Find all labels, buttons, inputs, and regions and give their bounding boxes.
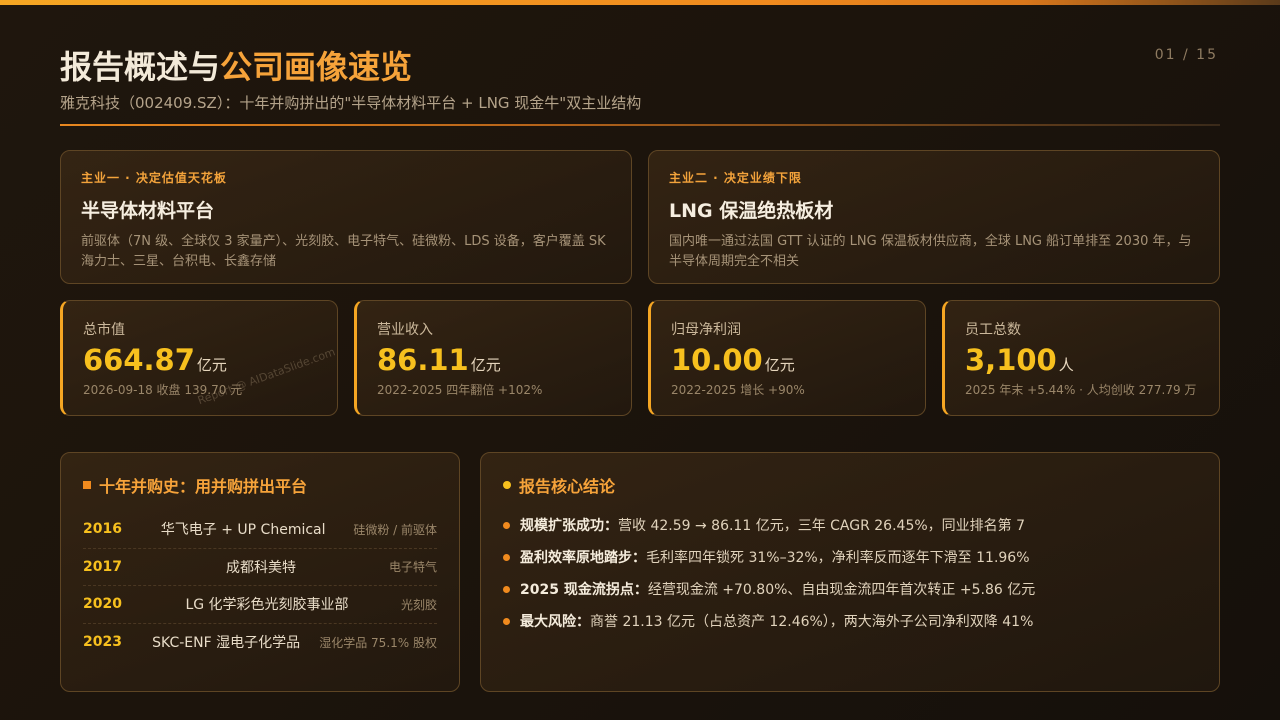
kpi-note: 2022-2025 四年翻倍 +102%	[377, 383, 543, 397]
kpi-unit: 人	[1058, 356, 1074, 374]
conclusion-list: 规模扩张成功： 营收 42.59 → 86.11 亿元，三年 CAGR 26.45…	[503, 509, 1197, 637]
kpi-value: 3,100	[965, 343, 1057, 377]
bullet-dot-icon	[503, 617, 510, 625]
business-description: 国内唯一通过法国 GTT 认证的 LNG 保温板材供应商，全球 LNG 船订单排…	[669, 234, 1192, 269]
history-row: 2023 SKC-ENF 湿电子化学品 湿化学品 75.1% 股权	[83, 624, 437, 662]
kpi-value: 664.87	[83, 343, 195, 377]
kpi-label: 营业收入	[377, 322, 433, 338]
acquisition-history-panel: 十年并购史：用并购拼出平台 2016 华飞电子 + UP Chemical 硅微…	[60, 452, 460, 692]
kpi-label: 总市值	[83, 322, 125, 338]
history-year: 2016	[83, 521, 122, 538]
bullet-dot-icon	[503, 585, 510, 593]
history-company: LG 化学彩色光刻胶事业部	[185, 597, 349, 614]
conclusion-text: 毛利率四年锁死 31%–32%，净利率反而逐年下滑至 11.96%	[646, 550, 1030, 566]
kpi-unit: 亿元	[196, 356, 227, 374]
conclusion-text: 经营现金流 +70.80%、自由现金流四年首次转正 +5.86 亿元	[647, 582, 1036, 598]
section-title: 报告核心结论	[503, 473, 1197, 497]
conclusion-text: 营收 42.59 → 86.11 亿元，三年 CAGR 26.45%，同业排名第…	[618, 518, 1026, 534]
core-conclusions-panel: 报告核心结论 规模扩张成功： 营收 42.59 → 86.11 亿元，三年 CAG…	[480, 452, 1220, 692]
kpi-value: 86.11	[377, 343, 469, 377]
kpi-card-net-profit: 归母净利润 10.00 亿元 2022-2025 增长 +90%	[648, 300, 926, 416]
history-type: 光刻胶	[400, 597, 437, 612]
business-description: 前驱体（7N 级、全球仅 3 家量产）、光刻胶、电子特气、硅微粉、LDS 设备，…	[81, 234, 606, 269]
conclusion-item: 规模扩张成功： 营收 42.59 → 86.11 亿元，三年 CAGR 26.45…	[503, 509, 1197, 541]
history-company: SKC-ENF 湿电子化学品	[152, 635, 301, 652]
kpi-unit: 亿元	[470, 356, 501, 374]
section-title: 十年并购史：用并购拼出平台	[83, 473, 437, 497]
history-type: 硅微粉 / 前驱体	[353, 522, 437, 537]
conclusion-item: 2025 现金流拐点： 经营现金流 +70.80%、自由现金流四年首次转正 +5.…	[503, 573, 1197, 605]
bullet-dot-icon	[503, 521, 510, 529]
kpi-note: 2025 年末 +5.44% · 人均创收 277.79 万	[965, 383, 1197, 397]
conclusion-item: 最大风险： 商誉 21.13 亿元（占总资产 12.46%），两大海外子公司净利双…	[503, 605, 1197, 637]
history-type: 电子特气	[388, 560, 437, 575]
kpi-label: 归母净利润	[671, 322, 741, 338]
section-title-text: 十年并购史：用并购拼出平台	[99, 477, 308, 496]
history-year: 2017	[83, 558, 122, 575]
business-name: 半导体材料平台	[81, 200, 215, 222]
conclusion-key: 2025 现金流拐点：	[520, 582, 648, 598]
top-accent-bar	[0, 0, 1280, 5]
title-text: 报告概述与	[60, 48, 221, 86]
business-card-lng: 主业二 · 决定业绩下限 LNG 保温绝热板材 国内唯一通过法国 GTT 认证的…	[648, 150, 1220, 284]
history-row: 2017 成都科美特 电子特气	[83, 549, 437, 586]
square-bullet-icon	[83, 481, 91, 489]
business-tag: 主业一 · 决定估值天花板	[81, 171, 227, 185]
conclusion-text: 商誉 21.13 亿元（占总资产 12.46%），两大海外子公司净利双降 41%	[590, 614, 1034, 630]
page-title: 报告概述与公司画像速览	[60, 42, 412, 88]
kpi-card-revenue: 营业收入 86.11 亿元 2022-2025 四年翻倍 +102%	[354, 300, 632, 416]
business-tag: 主业二 · 决定业绩下限	[669, 171, 802, 185]
conclusion-key: 最大风险：	[520, 614, 590, 630]
history-company: 成都科美特	[225, 559, 296, 576]
page-subtitle: 雅克科技（002409.SZ）：十年并购拼出的"半导体材料平台 + LNG 现金…	[60, 94, 642, 112]
history-company: 华飞电子 + UP Chemical	[160, 522, 326, 539]
conclusion-key: 盈利效率原地踏步：	[520, 550, 646, 566]
kpi-card-employees: 员工总数 3,100 人 2025 年末 +5.44% · 人均创收 277.79…	[942, 300, 1220, 416]
conclusion-item: 盈利效率原地踏步： 毛利率四年锁死 31%–32%，净利率反而逐年下滑至 11.9…	[503, 541, 1197, 573]
conclusion-key: 规模扩张成功：	[520, 518, 618, 534]
page-number: 01 / 15	[1154, 47, 1218, 63]
history-row: 2016 华飞电子 + UP Chemical 硅微粉 / 前驱体	[83, 511, 437, 549]
history-row: 2020 LG 化学彩色光刻胶事业部 光刻胶	[83, 586, 437, 624]
kpi-value: 10.00	[671, 343, 763, 377]
history-year: 2020	[83, 596, 122, 613]
kpi-note: 2022-2025 增长 +90%	[671, 383, 805, 397]
business-card-semiconductor: 主业一 · 决定估值天花板 半导体材料平台 前驱体（7N 级、全球仅 3 家量产…	[60, 150, 632, 284]
bullet-dot-icon	[503, 553, 510, 561]
history-list: 2016 华飞电子 + UP Chemical 硅微粉 / 前驱体 2017 成…	[83, 511, 437, 661]
kpi-unit: 亿元	[764, 356, 795, 374]
header-divider	[60, 124, 1220, 126]
section-title-text: 报告核心结论	[519, 477, 616, 496]
history-year: 2023	[83, 634, 122, 651]
business-name: LNG 保温绝热板材	[669, 200, 834, 222]
dot-bullet-icon	[503, 481, 511, 489]
title-highlight: 公司画像速览	[220, 48, 413, 86]
history-type: 湿化学品 75.1% 股权	[319, 635, 437, 650]
kpi-label: 员工总数	[965, 322, 1021, 338]
